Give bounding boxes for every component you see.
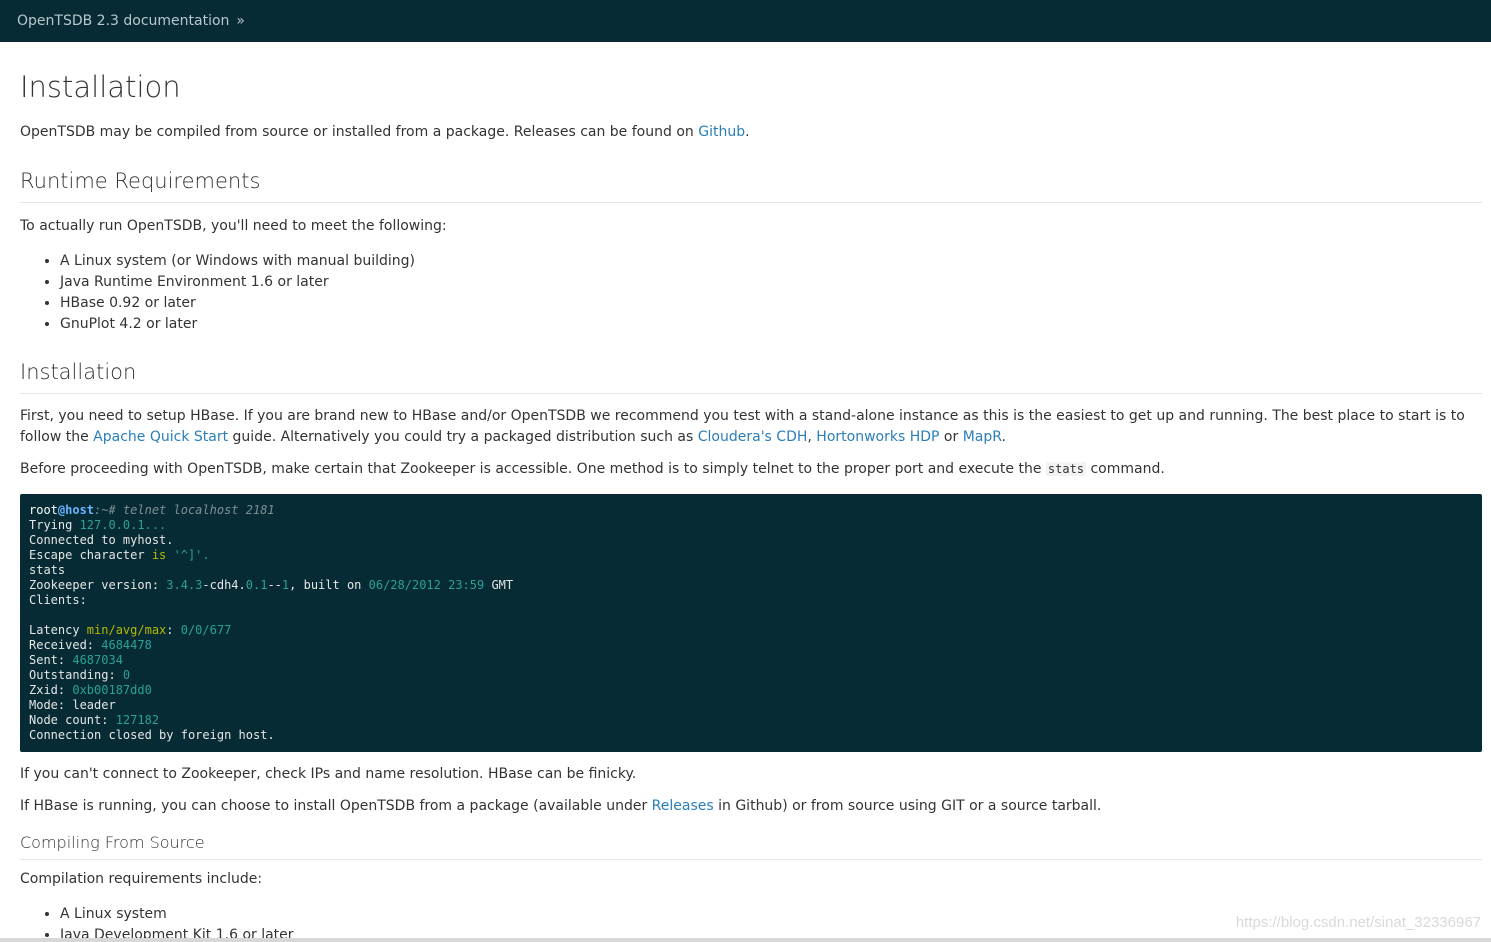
install-paragraph-1: First, you need to setup HBase. If you a… xyxy=(20,408,1465,445)
runtime-intro: To actually run OpenTSDB, you'll need to… xyxy=(20,218,447,234)
document-body: Installation OpenTSDB may be compiled fr… xyxy=(0,70,1491,942)
top-nav-bar: OpenTSDB 2.3 documentation » xyxy=(0,0,1491,42)
apache-quick-start-link[interactable]: Apache Quick Start xyxy=(93,429,228,445)
cloudera-cdh-link[interactable]: Cloudera's CDH xyxy=(698,429,808,445)
breadcrumb-docs-home[interactable]: OpenTSDB 2.3 documentation xyxy=(17,13,229,29)
runtime-requirements-list: A Linux system (or Windows with manual b… xyxy=(20,251,1482,335)
breadcrumb-separator: » xyxy=(236,13,245,29)
watermark-text: https://blog.csdn.net/sinat_32336967 xyxy=(1235,914,1481,931)
github-link[interactable]: Github xyxy=(698,124,745,140)
section-heading-installation: Installation xyxy=(20,359,1482,394)
releases-link[interactable]: Releases xyxy=(652,798,714,814)
install-paragraph-3: If you can't connect to Zookeeper, check… xyxy=(20,766,637,782)
window-bottom-edge xyxy=(0,938,1491,942)
subsection-heading-compiling: Compiling From Source xyxy=(20,832,1482,860)
list-item: GnuPlot 4.2 or later xyxy=(60,314,1482,335)
list-item: Java Runtime Environment 1.6 or later xyxy=(60,272,1482,293)
list-item: HBase 0.92 or later xyxy=(60,293,1482,314)
hortonworks-hdp-link[interactable]: Hortonworks HDP xyxy=(816,429,939,445)
section-heading-runtime: Runtime Requirements xyxy=(20,168,1482,203)
list-item: A Linux system (or Windows with manual b… xyxy=(60,251,1482,272)
intro-paragraph: OpenTSDB may be compiled from source or … xyxy=(20,124,750,140)
install-paragraph-2: Before proceeding with OpenTSDB, make ce… xyxy=(20,461,1165,477)
stats-inline-code: stats xyxy=(1045,462,1087,476)
mapr-link[interactable]: MapR xyxy=(963,429,1002,445)
compiling-intro: Compilation requirements include: xyxy=(20,871,263,887)
page-title: Installation xyxy=(20,70,181,104)
terminal-code-block: root@host:~# telnet localhost 2181 Tryin… xyxy=(20,494,1482,752)
install-paragraph-4: If HBase is running, you can choose to i… xyxy=(20,798,1102,814)
